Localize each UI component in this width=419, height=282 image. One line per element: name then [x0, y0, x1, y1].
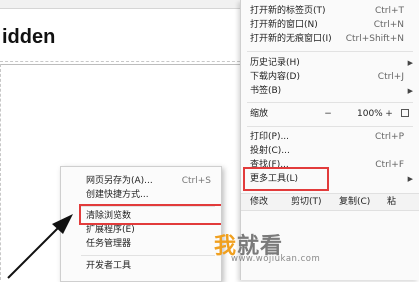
menu-item-history[interactable]: 历史记录(H) ▶ — [241, 56, 419, 70]
menu-item-shortcut: Ctrl+N — [373, 20, 404, 30]
menu-separator — [247, 102, 413, 103]
submenu-item-create-shortcut[interactable]: 创建快捷方式... — [61, 188, 221, 202]
menu-item-print[interactable]: 打印(P)... Ctrl+P — [241, 130, 419, 144]
page-heading: idden — [2, 26, 56, 48]
fullscreen-icon[interactable] — [401, 109, 409, 117]
paste-button[interactable]: 粘 — [387, 194, 396, 210]
menu-item-label: 打开新的标签页(T) — [250, 6, 326, 16]
edit-label: 修改 — [250, 197, 269, 207]
menu-item-label: 打印(P)... — [250, 132, 290, 142]
menu-item-shortcut: Ctrl+T — [374, 6, 404, 16]
zoom-out-button[interactable]: − — [321, 107, 335, 121]
zoom-value: 100% — [357, 109, 383, 119]
highlight-box-more-tools — [243, 167, 329, 191]
menu-item-shortcut: Ctrl+J — [377, 72, 404, 82]
edit-row: 修改 剪切(T) 复制(C) 粘 — [241, 193, 419, 211]
menu-item-bookmarks[interactable]: 书签(B) ▶ — [241, 84, 419, 98]
arrow-pointer-icon — [7, 214, 73, 279]
menu-item-new-incognito-window[interactable]: 打开新的无痕窗口(I) Ctrl+Shift+N — [241, 32, 419, 46]
copy-button[interactable]: 复制(C) — [339, 194, 370, 210]
menu-item-label: 投射(C)... — [250, 146, 290, 156]
menu-item-label: 任务管理器 — [86, 239, 132, 249]
chevron-right-icon: ▶ — [407, 59, 413, 67]
menu-item-shortcut: Ctrl+S — [181, 176, 211, 186]
submenu-item-task-manager[interactable]: 任务管理器 — [61, 237, 221, 251]
watermark-url: www.wojiukan.com — [231, 254, 321, 264]
menu-separator — [247, 126, 413, 127]
menu-item-new-window[interactable]: 打开新的窗口(N) Ctrl+N — [241, 18, 419, 32]
menu-item-label: 打开新的窗口(N) — [250, 20, 318, 30]
zoom-row: 缩放 − 100% + — [241, 106, 419, 122]
menu-item-shortcut: Ctrl+F — [375, 160, 404, 170]
chevron-right-icon: ▶ — [407, 87, 413, 95]
tab-strip — [0, 0, 240, 9]
menu-item-label: 网页另存为(A)... — [86, 176, 153, 186]
highlight-box-clear-data — [79, 204, 221, 225]
menu-item-label: 历史记录(H) — [250, 58, 300, 68]
menu-item-shortcut: Ctrl+P — [375, 132, 404, 142]
menu-item-cast[interactable]: 投射(C)... — [241, 144, 419, 158]
menu-item-label: 打开新的无痕窗口(I) — [250, 34, 332, 44]
menu-item-label: 下载内容(D) — [250, 72, 300, 82]
divider — [0, 61, 240, 62]
menu-item-downloads[interactable]: 下载内容(D) Ctrl+J — [241, 70, 419, 84]
submenu-item-save-page-as[interactable]: 网页另存为(A)... Ctrl+S — [61, 174, 221, 188]
menu-item-label: 创建快捷方式... — [86, 190, 149, 200]
menu-item-label: 扩展程序(E) — [86, 225, 135, 235]
cut-button[interactable]: 剪切(T) — [291, 194, 322, 210]
submenu-item-extensions[interactable]: 扩展程序(E) — [61, 223, 221, 237]
menu-item-new-tab[interactable]: 打开新的标签页(T) Ctrl+T — [241, 4, 419, 18]
zoom-in-button[interactable]: + — [382, 107, 396, 121]
menu-item-shortcut: Ctrl+Shift+N — [345, 34, 404, 44]
submenu-item-developer-tools[interactable]: 开发者工具 — [61, 259, 221, 273]
chevron-right-icon: ▶ — [407, 175, 413, 183]
zoom-label: 缩放 — [250, 109, 269, 119]
menu-separator — [247, 51, 413, 52]
menu-item-label: 开发者工具 — [86, 261, 132, 271]
menu-separator — [81, 255, 215, 256]
divider — [0, 64, 240, 65]
menu-item-label: 书签(B) — [250, 86, 282, 96]
